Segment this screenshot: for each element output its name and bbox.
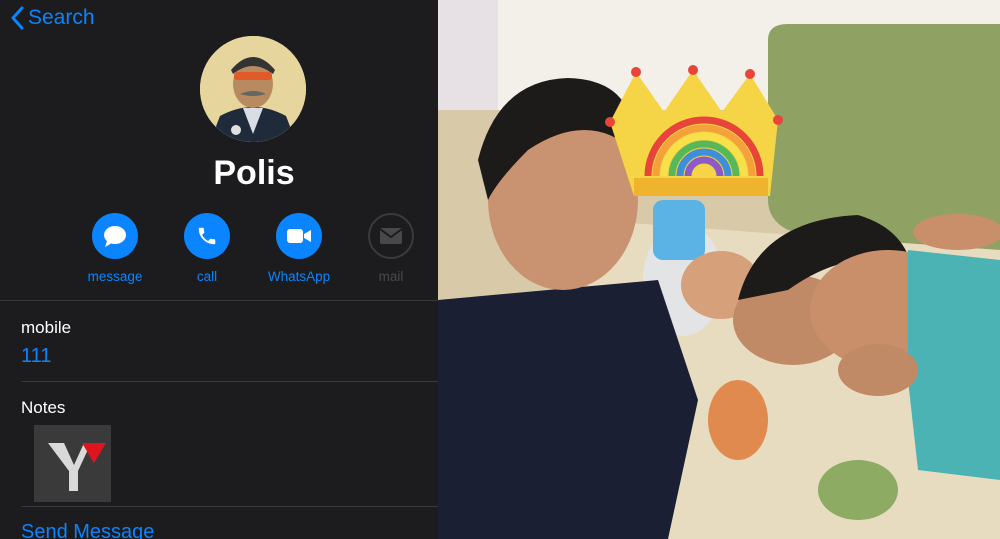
back-label: Search <box>28 6 95 29</box>
divider <box>21 506 438 507</box>
action-bar: message call WhatsApp mail <box>0 213 438 293</box>
send-message-button[interactable]: Send Message <box>21 521 154 539</box>
phone-icon <box>198 227 216 245</box>
contact-panel: Search Polis message call WhatsApp mail … <box>0 0 438 539</box>
mail-label: mail <box>378 269 404 284</box>
mobile-label: mobile <box>21 318 72 337</box>
notes-label: Notes <box>21 398 66 417</box>
contact-name: Polis <box>213 154 295 192</box>
mail-icon <box>379 228 403 244</box>
divider <box>0 300 438 301</box>
message-icon <box>104 226 126 247</box>
notes-logo-image <box>34 425 111 502</box>
photo <box>438 0 1000 539</box>
back-button[interactable]: Search <box>10 6 95 30</box>
avatar <box>200 36 306 142</box>
mail-action[interactable]: mail <box>336 213 438 284</box>
video-icon <box>287 229 311 243</box>
divider <box>21 381 438 382</box>
mobile-number-link[interactable]: 111 <box>21 345 51 368</box>
chevron-left-icon <box>11 6 24 30</box>
